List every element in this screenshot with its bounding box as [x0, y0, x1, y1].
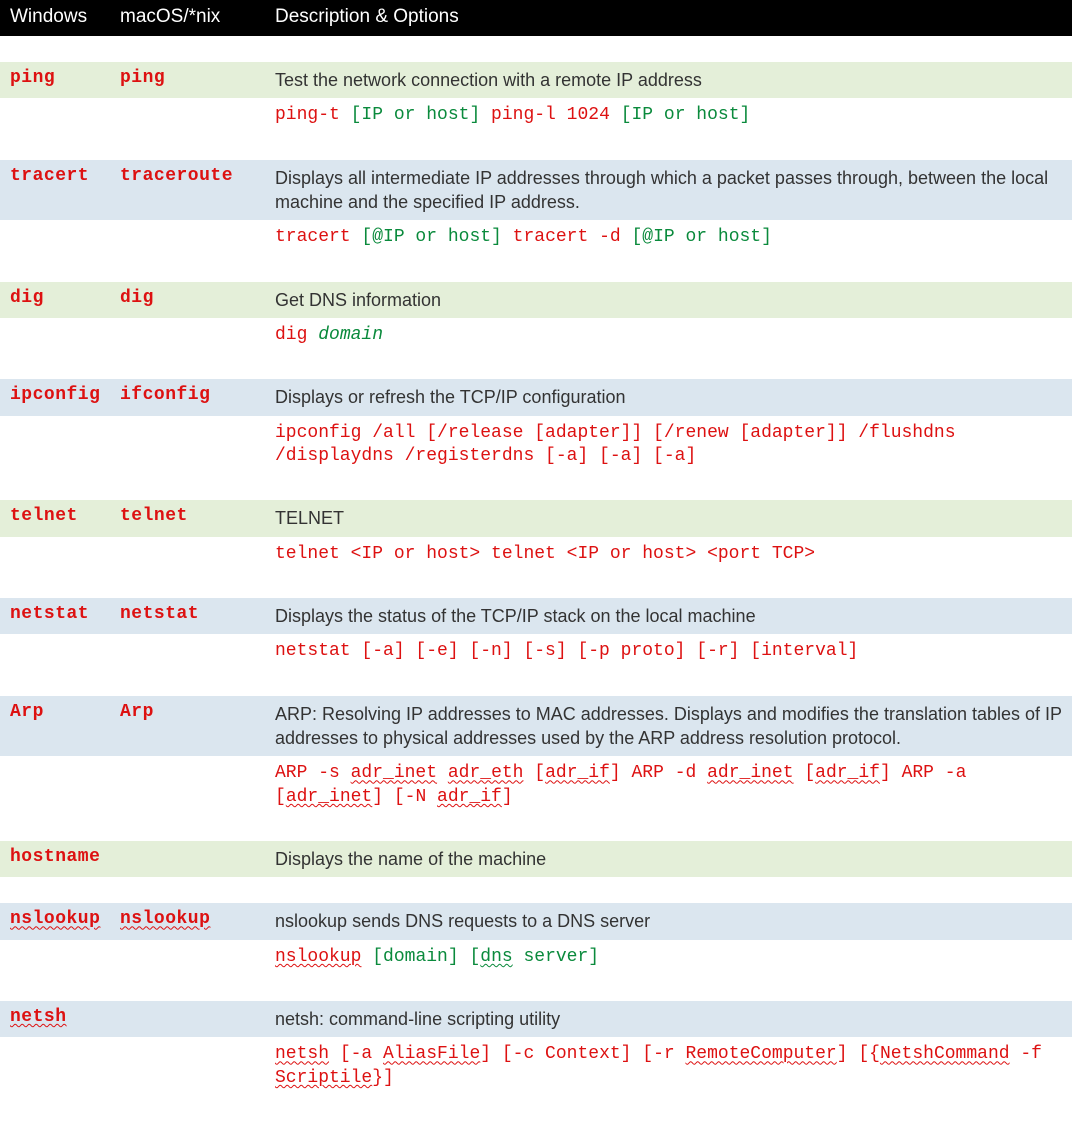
command-options: netsh [-a AliasFile] [-c Context] [-r Re… — [265, 1037, 1072, 1096]
command-description: Displays the status of the TCP/IP stack … — [265, 598, 1072, 634]
command-header-row: pingpingTest the network connection with… — [0, 62, 1072, 98]
windows-cmd: netstat — [0, 598, 110, 634]
macos-cmd — [110, 841, 265, 877]
macos-cmd: netstat — [110, 598, 265, 634]
command-options-row: telnet <IP or host> telnet <IP or host> … — [0, 537, 1072, 572]
command-header-row: netsh netsh: command-line scripting utili… — [0, 1001, 1072, 1037]
command-options-row: netstat [-a] [-e] [-n] [-s] [-p proto] [… — [0, 634, 1072, 669]
macos-cmd: nslookup — [110, 903, 265, 939]
header-row: Windows macOS/*nix Description & Options — [0, 0, 1072, 36]
command-header-row: telnettelnetTELNET — [0, 500, 1072, 536]
windows-cmd: hostname — [0, 841, 110, 877]
command-header-row: netstatnetstatDisplays the status of the… — [0, 598, 1072, 634]
header-macos: macOS/*nix — [110, 0, 265, 36]
command-description: Displays the name of the machine — [265, 841, 1072, 877]
command-options: ARP -s adr_inet adr_eth [adr_if] ARP -d … — [265, 756, 1072, 815]
macos-cmd: ifconfig — [110, 379, 265, 415]
windows-cmd: ipconfig — [0, 379, 110, 415]
command-description: TELNET — [265, 500, 1072, 536]
command-header-row: ArpArpARP: Resolving IP addresses to MAC… — [0, 696, 1072, 757]
command-options-row: nslookup [domain] [dns server] — [0, 940, 1072, 975]
command-header-row: tracerttracerouteDisplays all intermedia… — [0, 160, 1072, 221]
command-options: ping-t [IP or host] ping-l 1024 [IP or h… — [265, 98, 1072, 133]
command-options-row: dig domain — [0, 318, 1072, 353]
windows-cmd: ping — [0, 62, 110, 98]
command-options: dig domain — [265, 318, 1072, 353]
macos-cmd — [110, 1001, 265, 1037]
command-header-row: hostname Displays the name of the machine — [0, 841, 1072, 877]
command-description: Displays all intermediate IP addresses t… — [265, 160, 1072, 221]
header-windows: Windows — [0, 0, 110, 36]
command-options-row: ARP -s adr_inet adr_eth [adr_if] ARP -d … — [0, 756, 1072, 815]
windows-cmd: netsh — [0, 1001, 110, 1037]
windows-cmd: nslookup — [0, 903, 110, 939]
command-options-row: ping-t [IP or host] ping-l 1024 [IP or h… — [0, 98, 1072, 133]
macos-cmd: telnet — [110, 500, 265, 536]
command-description: Displays or refresh the TCP/IP configura… — [265, 379, 1072, 415]
command-description: Get DNS information — [265, 282, 1072, 318]
command-description: nslookup sends DNS requests to a DNS ser… — [265, 903, 1072, 939]
macos-cmd: Arp — [110, 696, 265, 757]
macos-cmd: traceroute — [110, 160, 265, 221]
command-options: tracert [@IP or host] tracert -d [@IP or… — [265, 220, 1072, 255]
command-options: netstat [-a] [-e] [-n] [-s] [-p proto] [… — [265, 634, 1072, 669]
command-options-row: ipconfig /all [/release [adapter]] [/ren… — [0, 416, 1072, 475]
windows-cmd: telnet — [0, 500, 110, 536]
windows-cmd: tracert — [0, 160, 110, 221]
header-desc: Description & Options — [265, 0, 1072, 36]
windows-cmd: Arp — [0, 696, 110, 757]
command-description: ARP: Resolving IP addresses to MAC addre… — [265, 696, 1072, 757]
macos-cmd: ping — [110, 62, 265, 98]
command-description: Test the network connection with a remot… — [265, 62, 1072, 98]
commands-table: Windows macOS/*nix Description & Options… — [0, 0, 1072, 1096]
command-header-row: nslookupnslookupnslookup sends DNS reque… — [0, 903, 1072, 939]
windows-cmd: dig — [0, 282, 110, 318]
command-options-row: netsh [-a AliasFile] [-c Context] [-r Re… — [0, 1037, 1072, 1096]
command-options: ipconfig /all [/release [adapter]] [/ren… — [265, 416, 1072, 475]
command-description: netsh: command-line scripting utility — [265, 1001, 1072, 1037]
command-header-row: digdigGet DNS information — [0, 282, 1072, 318]
command-header-row: ipconfigifconfigDisplays or refresh the … — [0, 379, 1072, 415]
macos-cmd: dig — [110, 282, 265, 318]
command-options-row: tracert [@IP or host] tracert -d [@IP or… — [0, 220, 1072, 255]
command-options: telnet <IP or host> telnet <IP or host> … — [265, 537, 1072, 572]
command-options: nslookup [domain] [dns server] — [265, 940, 1072, 975]
